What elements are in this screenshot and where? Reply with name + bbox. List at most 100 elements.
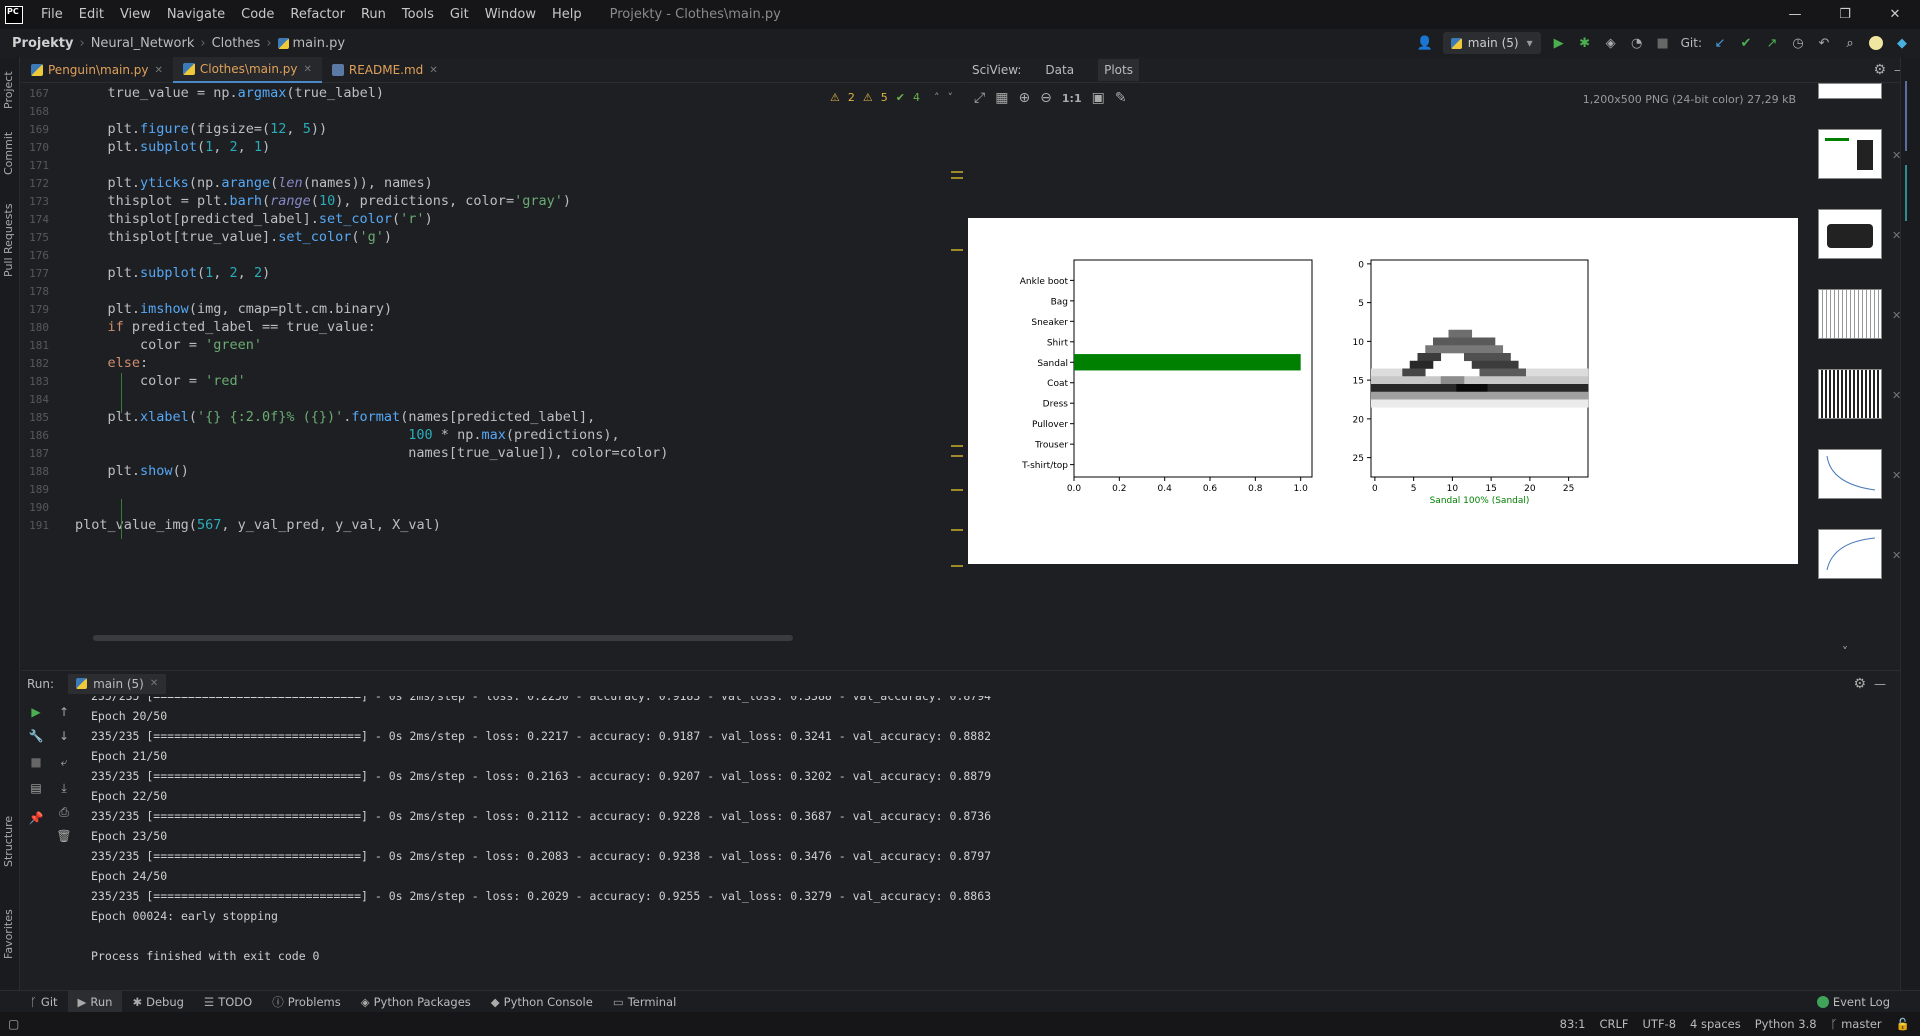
menu-navigate[interactable]: Navigate bbox=[159, 7, 233, 22]
stop-icon[interactable]: ■ bbox=[28, 754, 44, 770]
tool-tab-database[interactable] bbox=[1905, 81, 1915, 151]
editor-tab[interactable]: Clothes\main.py ✕ bbox=[172, 57, 322, 83]
zoom-out-icon[interactable]: ⊖ bbox=[1040, 90, 1052, 106]
menu-help[interactable]: Help bbox=[544, 7, 590, 22]
plot-thumbnail[interactable] bbox=[1818, 129, 1882, 179]
menu-run[interactable]: Run bbox=[353, 7, 394, 22]
soft-wrap-icon[interactable]: ⤶ bbox=[56, 754, 72, 770]
scroll-to-end-icon[interactable]: ⤓ bbox=[56, 780, 72, 796]
wrench-icon[interactable]: 🔧 bbox=[28, 728, 44, 744]
indent-setting[interactable]: 4 spaces bbox=[1690, 1017, 1741, 1031]
tab-data[interactable]: Data bbox=[1039, 59, 1080, 81]
tool-tab-problems[interactable]: ⓘ Problems bbox=[262, 991, 351, 1013]
plot-thumbnail[interactable] bbox=[1818, 449, 1882, 499]
git-commit-icon[interactable]: ✔ bbox=[1738, 35, 1754, 51]
ide-status-icon[interactable] bbox=[1868, 35, 1884, 51]
git-branch[interactable]: ᚴ master bbox=[1831, 1017, 1882, 1031]
tool-tab-python-console[interactable]: ◆ Python Console bbox=[481, 991, 603, 1013]
print-icon[interactable]: ⎙ bbox=[56, 804, 72, 820]
run-console[interactable]: 235/235 [==============================]… bbox=[91, 696, 1891, 990]
caret-position[interactable]: 83:1 bbox=[1560, 1017, 1586, 1031]
close-icon[interactable]: ✕ bbox=[1870, 0, 1920, 29]
background-icon[interactable]: ▣ bbox=[1092, 90, 1105, 106]
plot-image[interactable]: T-shirt/top Trouser Pullover Dress Coat Sanda… bbox=[968, 218, 1798, 564]
close-icon[interactable]: ✕ bbox=[429, 65, 437, 76]
actual-size-button[interactable]: 1:1 bbox=[1062, 92, 1082, 105]
tool-tab-commit[interactable]: Commit bbox=[2, 132, 15, 175]
tool-tab-git[interactable]: ᚴ Git bbox=[20, 991, 68, 1013]
pin-icon[interactable]: 📌 bbox=[28, 810, 44, 826]
plot-thumbnail[interactable] bbox=[1818, 529, 1882, 579]
menu-view[interactable]: View bbox=[112, 7, 159, 22]
tool-tab-sciview[interactable] bbox=[1905, 165, 1915, 221]
minimize-icon[interactable]: — bbox=[1770, 0, 1820, 29]
run-tab[interactable]: main (5) ✕ bbox=[68, 673, 167, 694]
search-icon[interactable]: ⌕ bbox=[1842, 35, 1858, 51]
breadcrumb-item[interactable]: Clothes bbox=[212, 36, 261, 51]
git-push-icon[interactable]: ↗ bbox=[1764, 35, 1780, 51]
trash-icon[interactable]: 🗑 bbox=[56, 828, 72, 844]
tool-tab-todo[interactable]: ☰ TODO bbox=[194, 991, 262, 1013]
breadcrumb-item[interactable]: Neural_Network bbox=[91, 36, 195, 51]
plot-thumbnail[interactable] bbox=[1818, 289, 1882, 339]
breadcrumb-item[interactable]: main.py bbox=[293, 36, 346, 51]
close-icon[interactable]: ✕ bbox=[303, 64, 311, 75]
close-icon[interactable]: ✕ bbox=[155, 65, 163, 76]
menu-code[interactable]: Code bbox=[233, 7, 282, 22]
tool-tab-project[interactable]: Project bbox=[2, 71, 15, 109]
editor-tab[interactable]: README.md ✕ bbox=[322, 57, 448, 83]
fit-icon[interactable]: ⤢ bbox=[974, 90, 985, 106]
chevron-down-icon[interactable]: ˅ bbox=[1842, 645, 1848, 659]
run-config-selector[interactable]: main (5) ▾ bbox=[1442, 32, 1541, 54]
tool-tab-favorites[interactable]: Favorites bbox=[2, 909, 15, 959]
profile-icon[interactable]: ◔ bbox=[1629, 35, 1645, 51]
inspection-widget[interactable]: ⚠ 2 ⚠ 5 ✔ 4 ˄ ˅ bbox=[830, 91, 953, 104]
menu-edit[interactable]: Edit bbox=[71, 7, 112, 22]
menu-git[interactable]: Git bbox=[442, 7, 477, 22]
menu-refactor[interactable]: Refactor bbox=[282, 7, 353, 22]
grid-icon[interactable]: ▦ bbox=[995, 90, 1008, 106]
toggle-panels-icon[interactable]: ▢ bbox=[8, 1017, 19, 1031]
tab-plots[interactable]: Plots bbox=[1098, 58, 1139, 81]
tool-tab-debug[interactable]: ✱ Debug bbox=[122, 991, 193, 1013]
hide-icon[interactable]: — bbox=[1874, 677, 1886, 691]
chevron-up-icon[interactable]: ˄ bbox=[934, 91, 940, 104]
stop-icon[interactable]: ■ bbox=[1655, 35, 1671, 51]
history-icon[interactable]: ◷ bbox=[1790, 35, 1806, 51]
file-encoding[interactable]: UTF-8 bbox=[1643, 1017, 1677, 1031]
tool-tab-structure[interactable]: Structure bbox=[2, 816, 15, 867]
editor-tab[interactable]: Penguin\main.py ✕ bbox=[21, 57, 173, 83]
close-icon[interactable]: ✕ bbox=[150, 678, 158, 689]
breadcrumb-item[interactable]: Projekty bbox=[12, 36, 73, 51]
restore-icon[interactable]: ❐ bbox=[1820, 0, 1870, 29]
plot-thumbnail[interactable] bbox=[1818, 209, 1882, 259]
lock-icon[interactable]: 🔓 bbox=[1896, 1017, 1910, 1031]
color-picker-icon[interactable]: ✎ bbox=[1115, 90, 1127, 106]
layout-icon[interactable]: ▤ bbox=[28, 780, 44, 796]
debug-icon[interactable]: ✱ bbox=[1577, 35, 1593, 51]
rollback-icon[interactable]: ↶ bbox=[1816, 35, 1832, 51]
rerun-icon[interactable]: ▶ bbox=[28, 704, 44, 720]
zoom-in-icon[interactable]: ⊕ bbox=[1018, 90, 1030, 106]
coverage-icon[interactable]: ◈ bbox=[1603, 35, 1619, 51]
horizontal-scrollbar[interactable] bbox=[93, 635, 793, 641]
down-icon[interactable]: ↓ bbox=[56, 728, 72, 744]
git-update-icon[interactable]: ↙ bbox=[1712, 35, 1728, 51]
gear-icon[interactable]: ⚙ bbox=[1853, 676, 1866, 692]
code-editor[interactable]: 167 168 169 170 171 172 173 174 175 176 177 178 179 1… bbox=[21, 83, 965, 645]
editor-scroll-marks[interactable] bbox=[949, 83, 965, 645]
line-separator[interactable]: CRLF bbox=[1599, 1017, 1628, 1031]
menu-file[interactable]: File bbox=[33, 7, 71, 22]
tool-tab-python-packages[interactable]: ◈ Python Packages bbox=[351, 991, 481, 1013]
menu-tools[interactable]: Tools bbox=[394, 7, 442, 22]
user-icon[interactable]: 👤 bbox=[1417, 35, 1433, 51]
plot-thumbnail[interactable] bbox=[1818, 369, 1882, 419]
gear-icon[interactable]: ⚙ bbox=[1873, 62, 1886, 78]
tool-tab-terminal[interactable]: ▭ Terminal bbox=[603, 991, 686, 1013]
event-log-button[interactable]: Event Log bbox=[1816, 995, 1890, 1009]
run-icon[interactable]: ▶ bbox=[1551, 35, 1567, 51]
jetbrains-icon[interactable]: ◆ bbox=[1894, 35, 1910, 51]
up-icon[interactable]: ↑ bbox=[56, 704, 72, 720]
tool-tab-pull-requests[interactable]: Pull Requests bbox=[2, 204, 15, 277]
tool-tab-run[interactable]: ▶ Run bbox=[67, 990, 123, 1013]
